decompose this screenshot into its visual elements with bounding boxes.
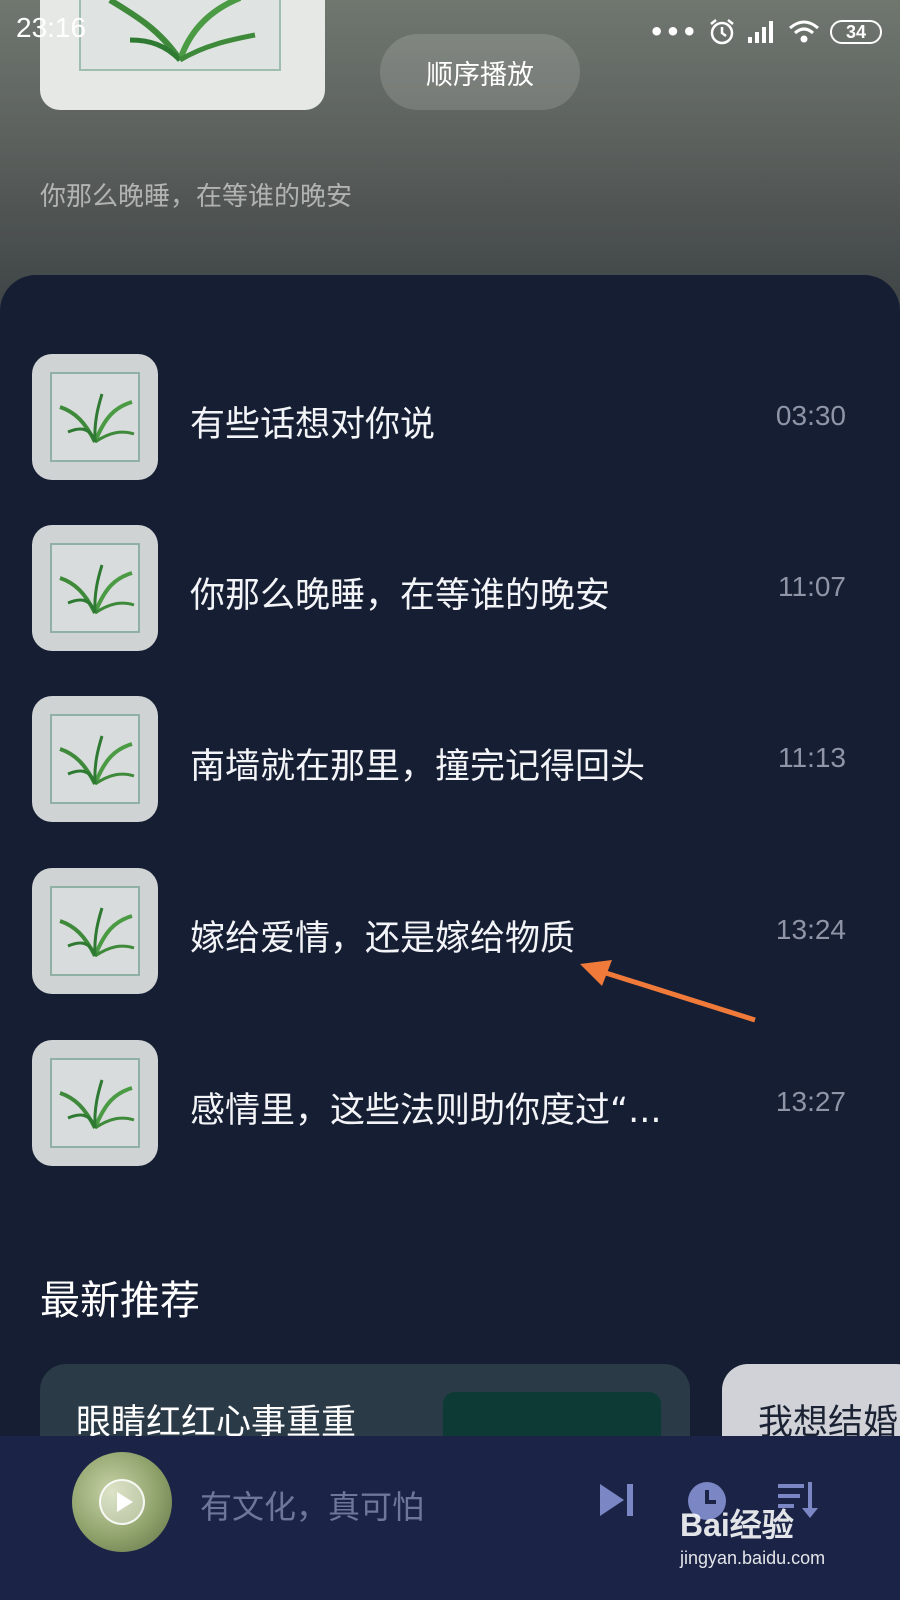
battery-icon: 34 [830, 20, 882, 44]
section-title: 最新推荐 [40, 1278, 200, 1324]
plant-image [59, 1079, 135, 1130]
track-title: 你那么晚睡，在等谁的晚安 [190, 576, 611, 616]
list-item[interactable]: 你那么晚睡，在等谁的晚安 11:07 [0, 525, 900, 651]
list-item[interactable]: 南墙就在那里，撞完记得回头 11:13 [0, 696, 900, 822]
now-playing-title[interactable]: 有文化，真可怕 [200, 1482, 424, 1528]
baidu-jingyan-watermark: Bai经验 jingyan.baidu.com [680, 1500, 880, 1580]
alarm-icon [710, 19, 734, 45]
watermark-url: jingyan.baidu.com [680, 1548, 826, 1568]
track-thumbnail [32, 696, 158, 822]
status-icons: ••• 34 [649, 14, 882, 50]
play-icon[interactable] [99, 1479, 145, 1525]
track-thumbnail [32, 868, 158, 994]
track-duration: 03:30 [775, 400, 846, 431]
next-track-icon[interactable] [596, 1480, 636, 1520]
wifi-icon [789, 20, 819, 43]
track-title: 感情里，这些法则助你度过“... [190, 1091, 662, 1131]
track-thumbnail [32, 525, 158, 651]
track-duration: 13:27 [775, 1086, 846, 1117]
plant-image [59, 735, 135, 786]
track-title: 南墙就在那里，撞完记得回头 [190, 747, 646, 787]
header-subtitle: 你那么晚睡，在等谁的晚安 [40, 182, 353, 212]
status-time: 23:16 [16, 12, 87, 43]
watermark-logo: Bai经验 [680, 1507, 794, 1543]
list-item[interactable]: 嫁给爱情，还是嫁给物质 13:24 [0, 868, 900, 994]
plant-image [59, 564, 135, 615]
track-thumbnail [32, 1040, 158, 1166]
plant-image [59, 907, 135, 958]
list-item[interactable]: 感情里，这些法则助你度过“... 13:27 [0, 1040, 900, 1166]
track-title: 有些话想对你说 [190, 405, 436, 445]
more-notifications-icon: ••• [648, 18, 698, 46]
track-duration: 11:13 [778, 742, 846, 773]
track-duration: 11:07 [778, 571, 846, 602]
now-playing-cover[interactable] [72, 1452, 172, 1552]
signal-icon [748, 21, 773, 43]
plant-image [59, 393, 135, 444]
track-thumbnail [32, 354, 158, 480]
track-duration: 13:24 [775, 914, 846, 945]
status-bar: 23:16 ••• 34 [0, 0, 900, 64]
annotation-arrow-icon [580, 960, 756, 1023]
track-title: 嫁给爱情，还是嫁给物质 [190, 919, 576, 959]
battery-level: 34 [845, 21, 867, 42]
list-item[interactable]: 有些话想对你说 03:30 [0, 354, 900, 480]
